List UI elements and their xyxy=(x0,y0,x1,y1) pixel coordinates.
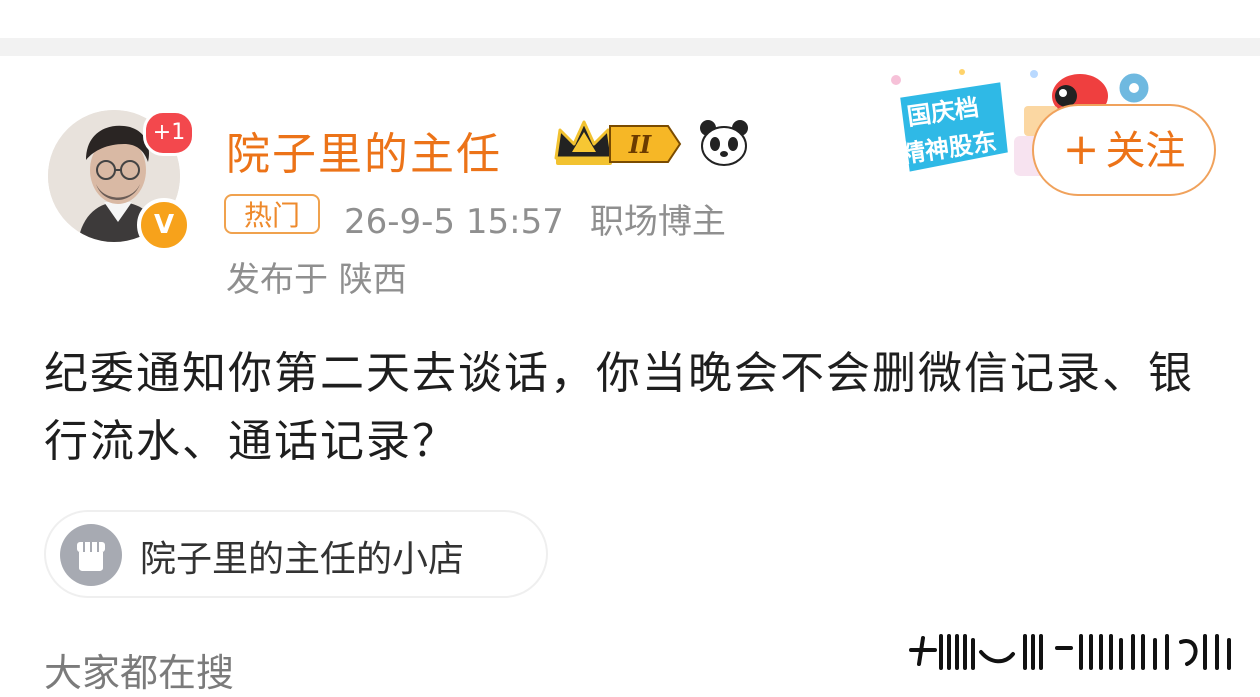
post-meta: 26-9-5 15:57 职场博主 xyxy=(344,194,726,243)
top-strip xyxy=(0,0,1260,38)
scribble-watermark xyxy=(909,634,1231,670)
author-role: 职场博主 xyxy=(589,202,726,242)
verified-v-icon: V xyxy=(137,198,191,252)
follow-button[interactable]: + 关注 xyxy=(1032,104,1216,196)
crown-level-icon: II xyxy=(554,120,682,165)
level-label: II xyxy=(628,130,652,159)
section-divider xyxy=(0,38,1260,56)
author-name[interactable]: 院子里的主任 xyxy=(226,118,502,182)
post-location: 发布于 陕西 xyxy=(226,260,407,300)
shop-icon xyxy=(60,524,122,586)
shop-link-label: 院子里的主任的小店 xyxy=(140,539,465,580)
hot-tag: 热门 xyxy=(224,194,320,234)
everyone-searching-heading: 大家都在搜 xyxy=(44,651,235,695)
panda-icon xyxy=(700,120,748,166)
plus-icon: + xyxy=(1062,124,1100,175)
post-content: 纪委通知你第二天去谈话，你当晚会不会删微信记录、银行流水、通话记录？ xyxy=(44,348,1194,467)
post-timestamp: 26-9-5 15:57 xyxy=(344,202,564,242)
shop-link[interactable]: 院子里的主任的小店 xyxy=(44,510,548,598)
new-count-badge: +1 xyxy=(143,110,195,156)
follow-label: 关注 xyxy=(1105,128,1186,174)
